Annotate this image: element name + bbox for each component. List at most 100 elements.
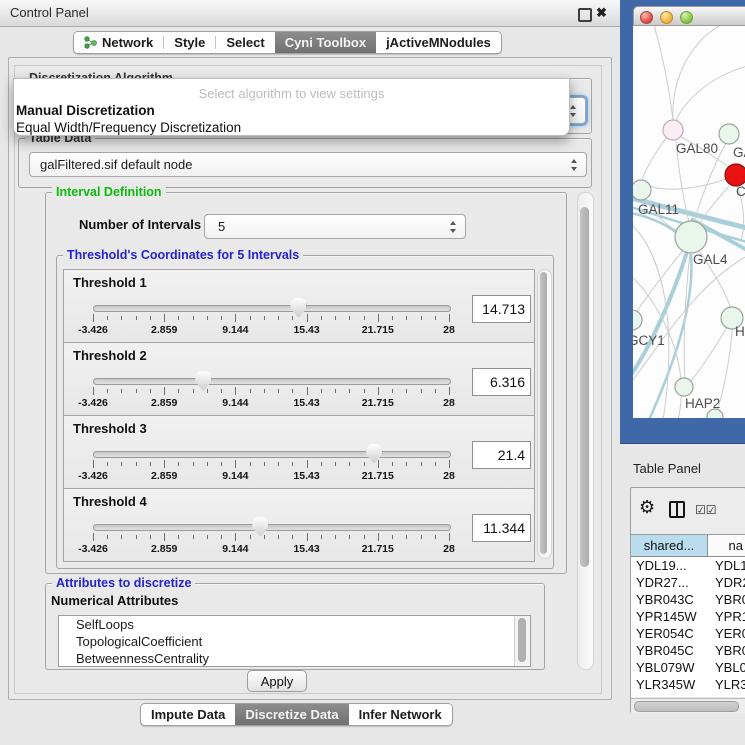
zoom-traffic-light[interactable]	[680, 11, 693, 24]
tab-infer-network[interactable]: Infer Network	[349, 704, 452, 725]
cell-shared-name[interactable]: YBR043C	[631, 591, 708, 608]
column-header-name[interactable]: na	[708, 535, 745, 556]
close-traffic-light[interactable]	[640, 11, 653, 24]
slider-track[interactable]	[93, 378, 451, 385]
cell-shared-name[interactable]: YBL079W	[631, 659, 708, 676]
threshold-value-field[interactable]: 21.4	[472, 441, 531, 469]
dropdown-option-equal-width-frequency[interactable]: Equal Width/Frequency Discretization	[14, 119, 569, 136]
slider-tick-labels: -3.4262.8599.14415.4321.71528	[93, 543, 449, 555]
threshold-value-field[interactable]: 14.713	[472, 295, 531, 323]
tab-label: Network	[102, 35, 153, 50]
column-header-shared-name[interactable]: shared...	[631, 535, 708, 556]
threshold-slider[interactable]: -3.4262.8599.14415.4321.71528	[93, 443, 449, 483]
minimize-traffic-light[interactable]	[660, 11, 673, 24]
select-columns-icon[interactable]: ☑☑	[695, 503, 717, 517]
scrollbar-thumb[interactable]	[580, 207, 589, 567]
tab-style[interactable]: Style	[164, 32, 215, 53]
scrollbar-thumb[interactable]	[518, 618, 526, 662]
split-view-icon[interactable]	[669, 501, 685, 518]
threshold-panel: Threshold 2-3.4262.8599.14415.4321.71528…	[63, 342, 535, 416]
scrollbar-thumb[interactable]	[634, 701, 739, 712]
float-window-icon[interactable]	[578, 8, 592, 22]
tab-jactivemnodules[interactable]: jActiveMNodules	[376, 32, 501, 53]
cell-shared-name[interactable]: YER054C	[631, 625, 708, 642]
slider-tick-labels: -3.4262.8599.14415.4321.71528	[93, 470, 449, 482]
table-row[interactable]: YDR27...YDR2	[631, 574, 745, 591]
cell-name[interactable]: YLR3	[708, 676, 745, 693]
cell-name[interactable]: YIL0	[708, 693, 745, 697]
table-row[interactable]: YBR045CYBR0	[631, 642, 745, 659]
numerical-attributes-list: SelfLoops TopologicalCoefficient Between…	[58, 615, 531, 667]
cell-shared-name[interactable]: YDL19...	[631, 557, 708, 574]
combo-arrows-icon	[450, 221, 457, 233]
table-row[interactable]: YBR043CYBR0	[631, 591, 745, 608]
node-label-gcy1: GCY1	[633, 333, 665, 348]
slider-track[interactable]	[93, 451, 451, 458]
threshold-slider[interactable]: -3.4262.8599.14415.4321.71528	[93, 370, 449, 410]
cell-shared-name[interactable]: YBR045C	[631, 642, 708, 659]
node-label-gal-partial: GA	[733, 145, 745, 160]
slider-ticks	[93, 386, 449, 396]
cell-name[interactable]: YBR0	[708, 591, 745, 608]
close-icon[interactable]: ✖	[596, 5, 607, 21]
tab-select[interactable]: Select	[216, 32, 274, 53]
table-data-combobox[interactable]: galFiltered.sif default node	[29, 152, 587, 177]
threshold-value-field[interactable]: 6.316	[472, 368, 531, 396]
table-body: YDL19...YDL1YDR27...YDR2YBR043CYBR0YPR14…	[631, 557, 745, 697]
apply-button[interactable]: Apply	[247, 670, 307, 692]
tab-cyni-toolbox[interactable]: Cyni Toolbox	[275, 32, 376, 53]
table-row[interactable]: YLR345WYLR3	[631, 676, 745, 693]
group-title: Attributes to discretize	[52, 576, 195, 590]
main-vertical-scrollbar[interactable]	[577, 192, 594, 670]
tab-discretize-data[interactable]: Discretize Data	[235, 704, 348, 725]
network-node-gal11[interactable]	[633, 180, 651, 200]
cell-shared-name[interactable]: YLR345W	[631, 676, 708, 693]
control-panel-titlebar: Control Panel ✖	[0, 0, 620, 27]
tab-network[interactable]: Network	[74, 32, 163, 53]
slider-track[interactable]	[93, 524, 451, 531]
cell-shared-name[interactable]: YIL052C	[631, 693, 708, 697]
network-node-gal-partial[interactable]	[719, 124, 739, 144]
thresholds-scrollbar[interactable]	[537, 269, 552, 559]
cell-name[interactable]: YBR0	[708, 642, 745, 659]
table-row[interactable]: YER054CYER0	[631, 625, 745, 642]
control-panel: Control Panel ✖ Network Style Select Cyn…	[0, 0, 620, 745]
network-node-gal4[interactable]	[675, 221, 707, 253]
network-node-hap2[interactable]	[675, 378, 693, 396]
combo-arrows-icon	[570, 105, 577, 117]
threshold-slider[interactable]: -3.4262.8599.14415.4321.71528	[93, 516, 449, 556]
list-item[interactable]: SelfLoops	[59, 616, 530, 633]
table-row[interactable]: YPR145WYPR1	[631, 608, 745, 625]
list-scrollbar[interactable]	[514, 616, 530, 666]
table-horizontal-scrollbar[interactable]	[631, 698, 745, 713]
cell-shared-name[interactable]: YPR145W	[631, 608, 708, 625]
cell-name[interactable]: YDR2	[708, 574, 745, 591]
combo-value: galFiltered.sif default node	[40, 153, 192, 176]
threshold-value-field[interactable]: 11.344	[472, 514, 531, 542]
cell-name[interactable]: YER0	[708, 625, 745, 642]
node-label-h-partial: H	[735, 324, 745, 339]
settings-gear-icon[interactable]: ⚙	[639, 497, 655, 518]
network-node-gcy1[interactable]	[633, 310, 642, 330]
network-node-gal80[interactable]	[663, 120, 683, 140]
num-intervals-combobox[interactable]: 5	[204, 214, 466, 239]
table-row[interactable]: YBL079WYBL0	[631, 659, 745, 676]
table-data-group: Table Data galFiltered.sif default node	[18, 138, 592, 188]
cell-name[interactable]: YBL0	[708, 659, 745, 676]
cell-name[interactable]: YPR1	[708, 608, 745, 625]
dropdown-option-manual-discretization[interactable]: Manual Discretization	[14, 102, 569, 119]
slider-track[interactable]	[93, 305, 451, 312]
combo-value: 5	[218, 215, 225, 238]
table-row[interactable]: YIL052CYIL0	[631, 693, 745, 697]
scrollbar-thumb[interactable]	[540, 272, 547, 554]
threshold-slider[interactable]: -3.4262.8599.14415.4321.71528	[93, 297, 449, 337]
cell-name[interactable]: YDL1	[708, 557, 745, 574]
network-node-red-node[interactable]	[725, 164, 745, 186]
table-row[interactable]: YDL19...YDL1	[631, 557, 745, 574]
list-item[interactable]: TopologicalCoefficient	[59, 633, 530, 650]
list-item[interactable]: BetweennessCentrality	[59, 650, 530, 667]
cell-shared-name[interactable]: YDR27...	[631, 574, 708, 591]
network-canvas[interactable]: GAL80GACGAL11GAL4GCY1HHAP2	[633, 26, 745, 418]
network-window-titlebar[interactable]	[633, 6, 745, 26]
tab-impute-data[interactable]: Impute Data	[141, 704, 235, 725]
